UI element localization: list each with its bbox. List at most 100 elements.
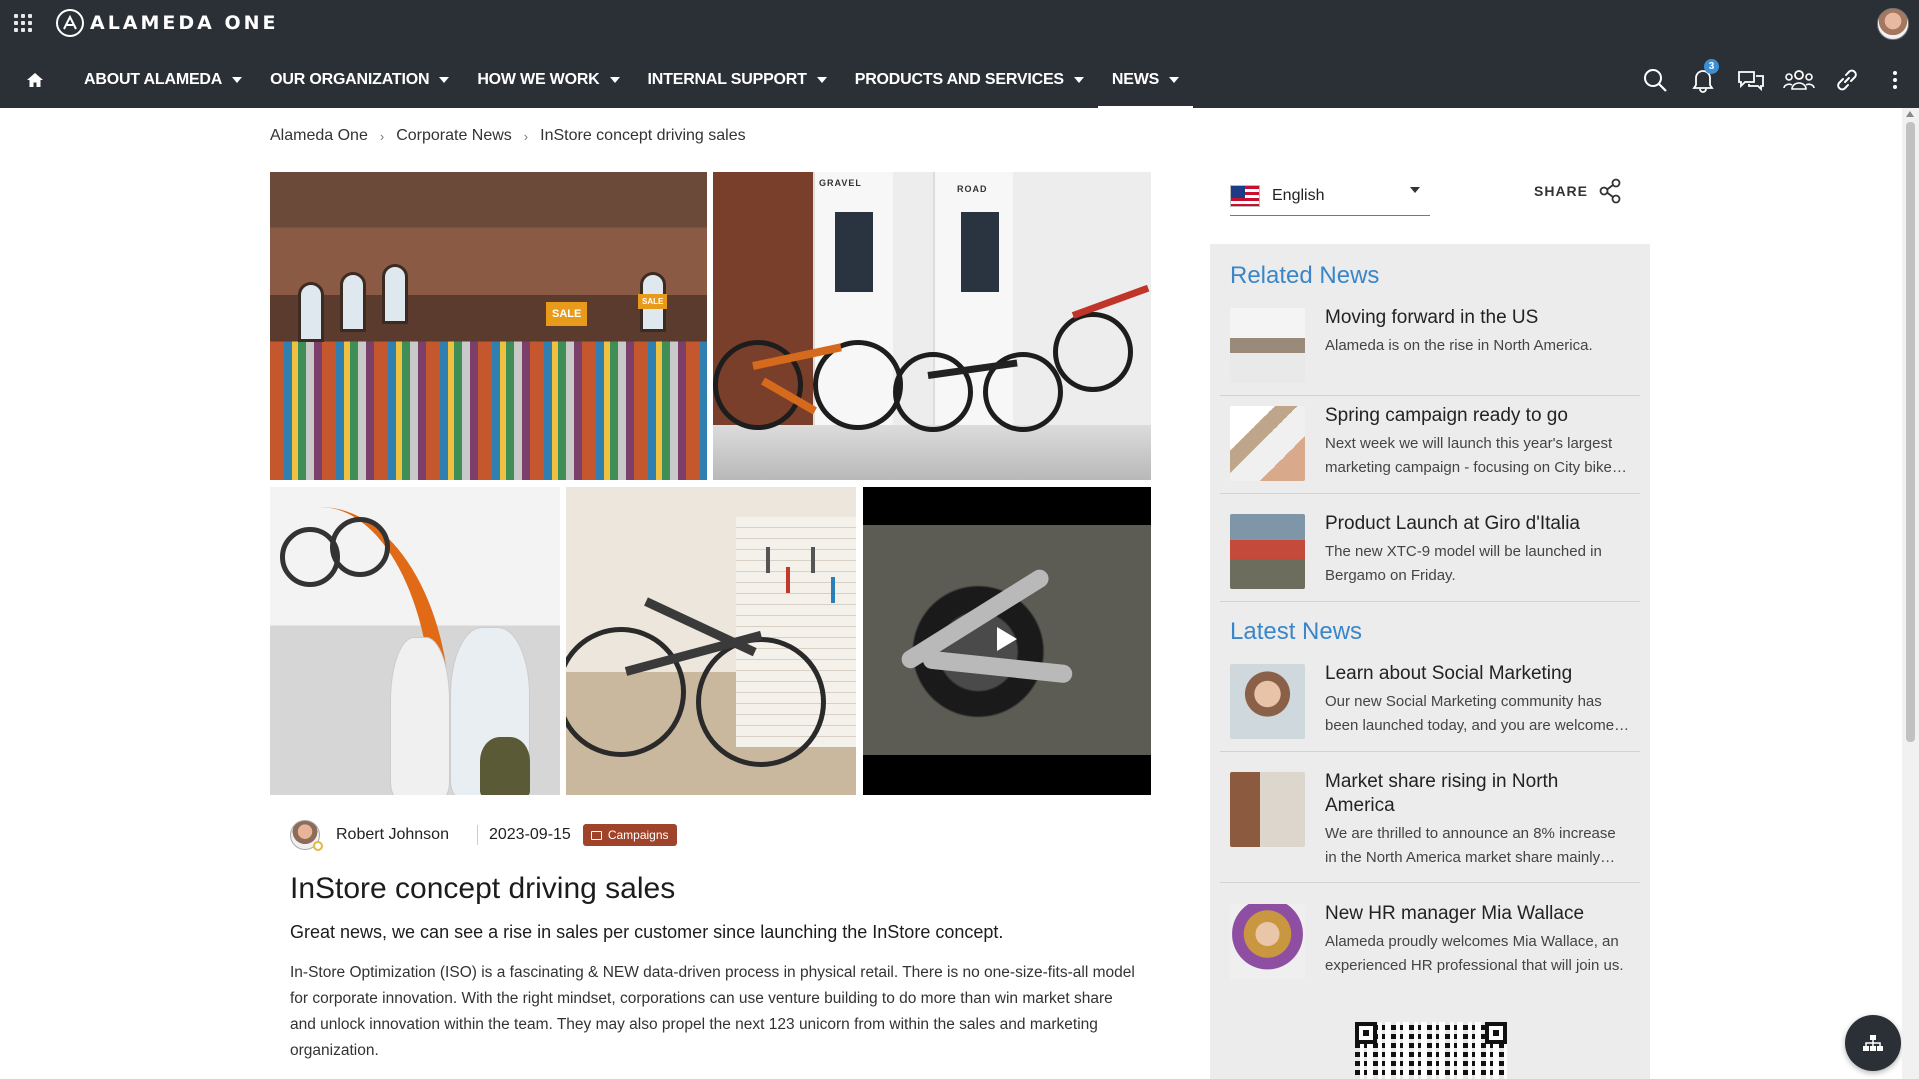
more-vertical-icon [1893, 71, 1897, 89]
language-label: English [1272, 186, 1325, 204]
breadcrumb: Alameda One › Corporate News › InStore c… [270, 127, 746, 145]
related-news-item[interactable]: Moving forward in the US Alameda is on t… [1220, 298, 1640, 396]
people-icon [1783, 70, 1815, 90]
author-name[interactable]: Robert Johnson [336, 826, 449, 844]
caret-down-icon [232, 77, 243, 83]
news-description: Our new Social Marketing community has b… [1325, 693, 1615, 734]
caret-down-icon [609, 77, 620, 83]
gallery-image-bike-display[interactable]: GRAVEL ROAD [713, 172, 1151, 480]
latest-news-item[interactable]: New HR manager Mia Wallace Alameda proud… [1220, 894, 1640, 991]
news-title: Moving forward in the US [1325, 307, 1539, 328]
user-avatar[interactable] [1877, 8, 1909, 40]
category-badge[interactable]: Campaigns [582, 824, 677, 846]
display-tag-road: ROAD [957, 184, 988, 194]
news-thumbnail [1230, 514, 1305, 589]
chat-button[interactable] [1727, 52, 1775, 108]
top-bar: ALAMEDA ONE ABOUT ALAMEDA OUR ORGANIZATI… [0, 0, 1919, 108]
scroll-up-icon[interactable] [1906, 111, 1914, 117]
sale-sign: SALE [638, 294, 668, 309]
chevron-right-icon: › [379, 128, 385, 144]
side-panel: Related News Moving forward in the US Al… [1210, 244, 1650, 1079]
nav-label: NEWS [1111, 71, 1160, 88]
share-label: SHARE [1534, 183, 1589, 199]
search-button[interactable] [1631, 52, 1679, 108]
news-description: Next week we will launch this year's lar… [1325, 435, 1620, 476]
sitemap-button[interactable] [1845, 1015, 1901, 1071]
author-avatar[interactable] [290, 820, 323, 851]
nav-internal-support[interactable]: INTERNAL SUPPORT [634, 52, 841, 108]
nav-products-and-services[interactable]: PRODUCTS AND SERVICES [841, 52, 1098, 108]
news-thumbnail [1230, 664, 1305, 739]
chat-icon [1738, 71, 1764, 92]
sitemap-icon [1863, 1035, 1883, 1051]
language-selector[interactable]: English [1230, 176, 1430, 216]
home-button[interactable] [0, 52, 70, 108]
caret-down-icon [439, 77, 450, 83]
app-launcher-icon[interactable] [14, 14, 32, 32]
nav-our-organization[interactable]: OUR ORGANIZATION [256, 52, 463, 108]
news-title: New HR manager Mia Wallace [1325, 903, 1585, 924]
site-logo[interactable]: ALAMEDA ONE [56, 8, 279, 38]
news-title: Market share rising in North America [1325, 771, 1559, 816]
news-thumbnail [1230, 308, 1305, 383]
category-label: Campaigns [607, 828, 669, 842]
links-button[interactable] [1823, 52, 1871, 108]
nav-label: INTERNAL SUPPORT [647, 71, 807, 88]
us-flag-icon [1230, 184, 1260, 207]
related-news-title: Related News [1230, 262, 1380, 289]
caret-down-icon [1169, 77, 1180, 83]
notification-badge: 3 [1704, 59, 1719, 74]
people-button[interactable] [1775, 52, 1823, 108]
share-button[interactable]: SHARE [1534, 178, 1622, 204]
gallery-image-store-visitors[interactable] [270, 487, 560, 795]
news-description: The new XTC-9 model will be launched in … [1325, 543, 1602, 584]
play-icon[interactable] [997, 627, 1017, 651]
share-icon [1599, 178, 1621, 204]
latest-news-item[interactable]: Learn about Social Marketing Our new Soc… [1220, 654, 1640, 752]
breadcrumb-corporate-news[interactable]: Corporate News [396, 127, 512, 145]
news-thumbnail [1230, 772, 1305, 847]
presence-status-icon [313, 841, 323, 851]
nav-label: OUR ORGANIZATION [270, 71, 430, 88]
home-icon [27, 73, 43, 87]
breadcrumb-home[interactable]: Alameda One [270, 127, 368, 145]
latest-news-item[interactable]: Market share rising in North America We … [1220, 762, 1640, 883]
caret-down-icon [1073, 77, 1084, 83]
article-meta: Robert Johnson 2023-09-15 Campaigns [290, 818, 677, 852]
scrollbar-thumb[interactable] [1906, 122, 1915, 742]
nav-label: ABOUT ALAMEDA [84, 71, 223, 88]
search-icon [1644, 69, 1667, 92]
news-thumbnail [1230, 904, 1305, 979]
news-description: We are thrilled to announce an 8% increa… [1325, 825, 1616, 866]
article-date: 2023-09-15 [488, 826, 571, 843]
caret-down-icon [1410, 187, 1420, 193]
nav-about-alameda[interactable]: ABOUT ALAMEDA [70, 52, 256, 108]
gallery-image-workshop[interactable] [566, 487, 856, 795]
more-menu-button[interactable] [1871, 52, 1919, 108]
gallery-video[interactable] [863, 487, 1151, 795]
page-scrollbar[interactable] [1902, 108, 1919, 1079]
latest-news-title: Latest News [1230, 618, 1363, 645]
link-icon [1837, 69, 1857, 91]
nav-label: PRODUCTS AND SERVICES [854, 71, 1064, 88]
news-title: Learn about Social Marketing [1325, 663, 1573, 684]
article-lead: Great news, we can see a rise in sales p… [290, 922, 1004, 942]
news-thumbnail [1230, 406, 1305, 481]
nav-how-we-work[interactable]: HOW WE WORK [463, 52, 633, 108]
notifications-button[interactable]: 3 [1679, 52, 1727, 108]
gallery-image-store-hall[interactable]: SALE SALE [270, 172, 707, 480]
related-news-item[interactable]: Spring campaign ready to go Next week we… [1220, 396, 1640, 494]
news-title: Product Launch at Giro d'Italia [1325, 513, 1580, 534]
nav-label: HOW WE WORK [477, 71, 600, 88]
chevron-right-icon: › [523, 128, 529, 144]
article-body: In-Store Optimization (ISO) is a fascina… [290, 964, 1135, 1059]
logo-text: ALAMEDA ONE [90, 12, 279, 34]
nav-news[interactable]: NEWS [1097, 52, 1194, 108]
caret-down-icon [816, 77, 827, 83]
news-description: Alameda is on the rise in North America. [1325, 337, 1593, 354]
news-title: Spring campaign ready to go [1325, 405, 1568, 426]
main-nav: ABOUT ALAMEDA OUR ORGANIZATION HOW WE WO… [0, 52, 1919, 108]
related-news-item[interactable]: Product Launch at Giro d'Italia The new … [1220, 504, 1640, 602]
image-gallery: SALE SALE GRAVEL ROAD [270, 172, 1151, 795]
breadcrumb-current: InStore concept driving sales [540, 127, 746, 144]
